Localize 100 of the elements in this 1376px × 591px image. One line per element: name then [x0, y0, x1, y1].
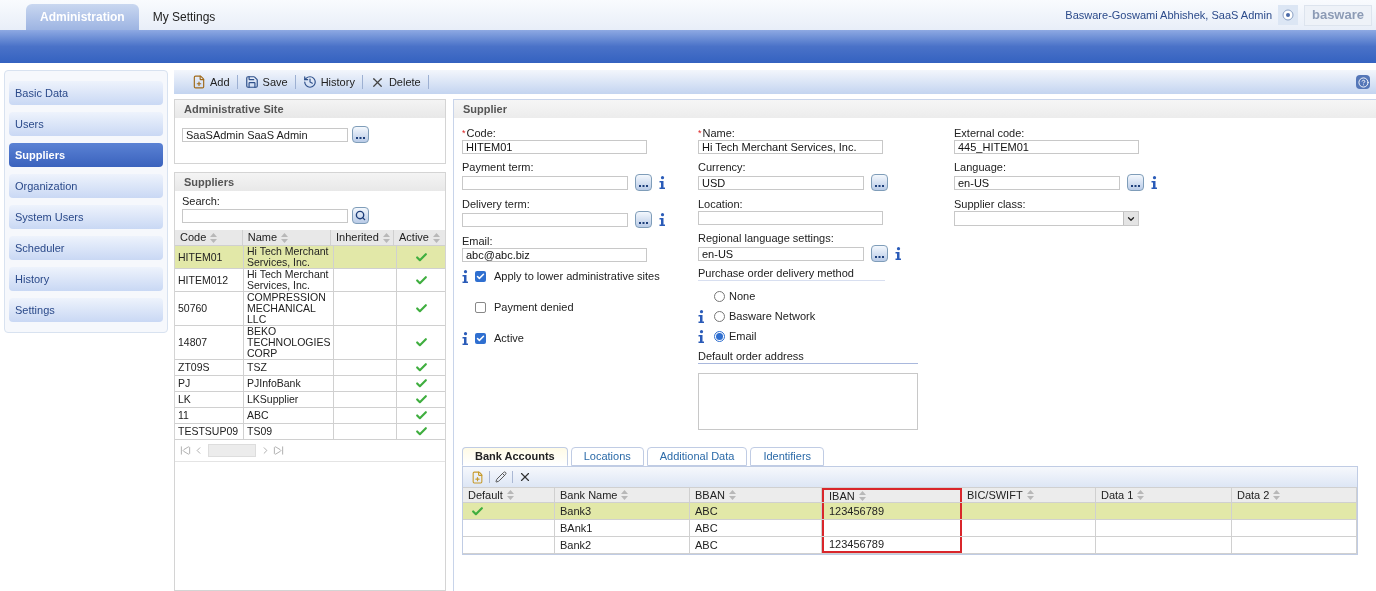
column-header[interactable]: Bank Name	[555, 488, 690, 502]
column-header[interactable]: BBAN	[690, 488, 822, 502]
field-label: Code:	[466, 127, 496, 140]
lookup-field[interactable]	[462, 175, 628, 190]
sort-icon	[858, 491, 866, 501]
info-icon[interactable]	[659, 176, 665, 189]
column-header[interactable]: Name	[242, 230, 332, 245]
page-field[interactable]	[208, 444, 256, 457]
radio-label: None	[729, 288, 756, 304]
search-button[interactable]	[352, 207, 369, 224]
lookup-button[interactable]	[871, 245, 888, 262]
lookup-button[interactable]	[352, 126, 369, 143]
field-label: Delivery term:	[462, 198, 530, 211]
top-tab[interactable]: My Settings	[138, 4, 230, 30]
detail-tab[interactable]: Bank Accounts	[462, 447, 568, 466]
info-icon[interactable]	[895, 247, 901, 260]
toolbar-button[interactable]: Delete	[367, 73, 423, 91]
radio-button[interactable]	[714, 310, 725, 322]
info-icon[interactable]	[698, 309, 704, 323]
table-row[interactable]: LK LKSupplier	[175, 392, 445, 408]
toolbar-button[interactable]: History	[300, 73, 357, 91]
pencil-icon[interactable]	[495, 471, 507, 483]
text-field[interactable]: HITEM01	[462, 140, 647, 154]
checkbox[interactable]	[475, 332, 486, 344]
toolbar-button[interactable]: Save	[242, 73, 290, 91]
field-label: Language:	[954, 161, 1006, 174]
sort-icon	[281, 232, 289, 243]
table-row[interactable]: 14807 BEKO TECHNOLOGIES CORP	[175, 326, 445, 360]
table-cell: TSZ	[247, 362, 267, 373]
table-cell: PJ	[178, 378, 191, 389]
radio-button[interactable]	[714, 290, 725, 302]
sidebar-item[interactable]: Basic Data	[9, 81, 163, 105]
lookup-field[interactable]: en-US	[954, 175, 1120, 190]
sidebar-item[interactable]: Settings	[9, 298, 163, 322]
info-icon[interactable]	[698, 329, 704, 343]
table-cell: HITEM01	[178, 251, 223, 263]
lookup-button[interactable]	[635, 174, 652, 191]
logout-button[interactable]	[1278, 5, 1298, 25]
sidebar-item[interactable]: Users	[9, 112, 163, 136]
info-icon[interactable]	[462, 331, 468, 345]
lookup-field[interactable]	[462, 212, 628, 227]
sidebar-item[interactable]: History	[9, 267, 163, 291]
text-field[interactable]	[698, 211, 883, 225]
table-cell-text: ABC	[695, 537, 718, 553]
table-row[interactable]: HITEM012 Hi Tech Merchant Services, Inc.	[175, 269, 445, 292]
field-label: Email:	[462, 235, 493, 248]
field-label: External code:	[954, 127, 1025, 140]
table-cell: LK	[178, 394, 191, 405]
sidebar-item[interactable]: Organization	[9, 174, 163, 198]
table-row[interactable]: ZT09S TSZ	[175, 360, 445, 376]
column-header[interactable]: Code	[175, 230, 243, 245]
checkbox[interactable]	[475, 270, 486, 282]
sidebar-item[interactable]: System Users	[9, 205, 163, 229]
detail-tab[interactable]: Additional Data	[646, 447, 748, 466]
table-row[interactable]: BAnk1 ABC	[463, 520, 1357, 537]
column-header[interactable]: Data 1	[1096, 488, 1232, 502]
help-icon[interactable]	[1356, 75, 1370, 89]
detail-tab[interactable]: Locations	[570, 447, 644, 466]
table-cell: Hi Tech Merchant Services, Inc.	[247, 269, 330, 291]
lookup-button[interactable]	[635, 211, 652, 228]
table-cell-text: 123456789	[829, 536, 885, 552]
field-label: Payment term:	[462, 161, 534, 174]
info-icon[interactable]	[1151, 176, 1157, 189]
admin-site-field[interactable]: SaaSAdmin SaaS Admin	[182, 127, 348, 142]
lookup-field[interactable]: USD	[698, 175, 864, 190]
table-row[interactable]: PJ PJInfoBank	[175, 376, 445, 392]
column-header[interactable]: BIC/SWIFT	[962, 488, 1096, 502]
info-icon[interactable]	[659, 213, 665, 226]
lookup-field[interactable]: en-US	[698, 246, 864, 261]
sort-icon	[728, 490, 736, 500]
text-field[interactable]: 445_HITEM01	[954, 140, 1139, 154]
column-header[interactable]: Default	[463, 488, 555, 502]
table-row[interactable]: Bank3 ABC 123456789	[463, 503, 1357, 520]
lookup-button[interactable]	[1127, 174, 1144, 191]
table-row[interactable]: 11 ABC	[175, 408, 445, 424]
lookup-button[interactable]	[871, 174, 888, 191]
detail-tab[interactable]: Identifiers	[750, 447, 825, 466]
column-header[interactable]: Data 2	[1232, 488, 1357, 502]
table-cell-text: Bank2	[560, 537, 592, 553]
column-header[interactable]: Inherited	[331, 230, 395, 245]
sidebar-item[interactable]: Scheduler	[9, 236, 163, 260]
radio-button[interactable]	[714, 330, 725, 342]
text-field[interactable]: Hi Tech Merchant Services, Inc.	[698, 140, 883, 154]
toolbar-button[interactable]: Add	[190, 73, 232, 91]
table-row[interactable]: TESTSUP09 TS09	[175, 424, 445, 440]
table-cell-text: BAnk1	[560, 520, 593, 536]
close-icon[interactable]	[518, 470, 532, 484]
search-field[interactable]	[182, 208, 348, 223]
table-cell-text: COMPRESSION MECHANICAL LLC	[247, 292, 327, 325]
table-cell-text: ABC	[695, 503, 718, 519]
panel-title: Administrative Site	[175, 100, 445, 118]
table-row[interactable]: Bank2 ABC 123456789	[463, 537, 1357, 554]
column-header[interactable]: Active	[394, 230, 445, 245]
checkbox[interactable]	[475, 301, 486, 313]
table-row[interactable]: HITEM01 Hi Tech Merchant Services, Inc.	[175, 246, 445, 269]
text-field[interactable]: abc@abc.biz	[462, 248, 647, 262]
search-icon	[355, 210, 366, 221]
sidebar-item[interactable]: Suppliers	[9, 143, 163, 167]
table-row[interactable]: 50760 COMPRESSION MECHANICAL LLC	[175, 292, 445, 326]
info-icon[interactable]	[462, 269, 468, 283]
